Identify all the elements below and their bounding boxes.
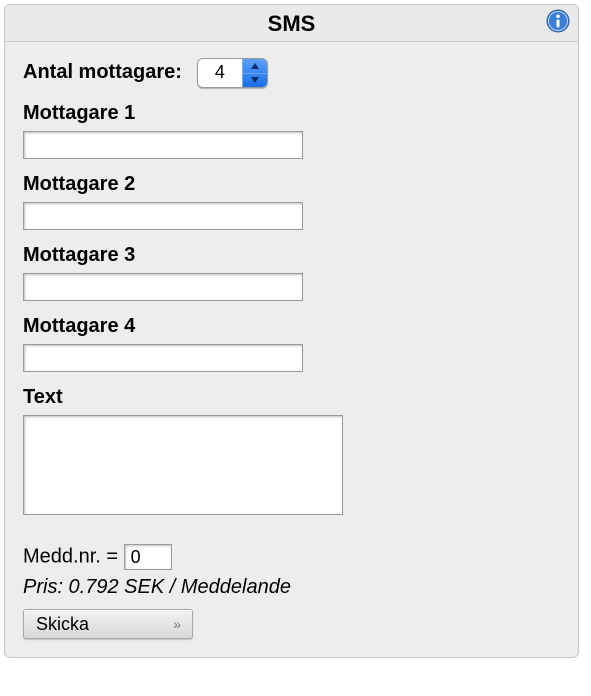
recipient-1-input[interactable] — [23, 131, 303, 159]
send-button[interactable]: Skicka » — [23, 609, 193, 639]
text-label: Text — [23, 386, 560, 409]
send-button-label: Skicka — [36, 614, 89, 634]
recipients-count-stepper[interactable]: 4 — [197, 58, 268, 88]
text-group: Text — [23, 386, 560, 520]
chevron-right-icon: » — [173, 616, 178, 632]
recipients-count-label: Antal mottagare: — [23, 61, 182, 84]
recipient-4-group: Mottagare 4 — [23, 315, 560, 372]
stepper-up-button[interactable] — [243, 59, 267, 74]
recipient-4-label: Mottagare 4 — [23, 315, 560, 338]
recipient-3-input[interactable] — [23, 273, 303, 301]
chevron-up-icon — [251, 63, 259, 69]
medd-row: Medd.nr. = — [23, 544, 560, 570]
recipient-3-group: Mottagare 3 — [23, 244, 560, 301]
recipient-2-input[interactable] — [23, 202, 303, 230]
medd-label: Medd.nr. = — [23, 545, 118, 567]
recipient-1-label: Mottagare 1 — [23, 102, 560, 125]
medd-number-input[interactable] — [124, 544, 172, 570]
stepper-buttons — [242, 59, 267, 87]
info-icon[interactable] — [546, 9, 570, 33]
chevron-down-icon — [251, 77, 259, 83]
price-line: Pris: 0.792 SEK / Meddelande — [23, 576, 560, 599]
recipients-count-value: 4 — [198, 59, 242, 87]
recipient-4-input[interactable] — [23, 344, 303, 372]
message-text-input[interactable] — [23, 415, 343, 515]
recipient-3-label: Mottagare 3 — [23, 244, 560, 267]
sms-panel: SMS Antal mottagare: 4 Mottagare 1 — [4, 4, 579, 658]
recipients-count-row: Antal mottagare: 4 — [23, 58, 560, 88]
recipient-1-group: Mottagare 1 — [23, 102, 560, 159]
panel-title: SMS — [268, 11, 316, 36]
stepper-down-button[interactable] — [243, 74, 267, 88]
recipient-2-group: Mottagare 2 — [23, 173, 560, 230]
title-bar: SMS — [5, 5, 578, 42]
recipient-2-label: Mottagare 2 — [23, 173, 560, 196]
panel-content: Antal mottagare: 4 Mottagare 1 Mottagare… — [5, 42, 578, 657]
